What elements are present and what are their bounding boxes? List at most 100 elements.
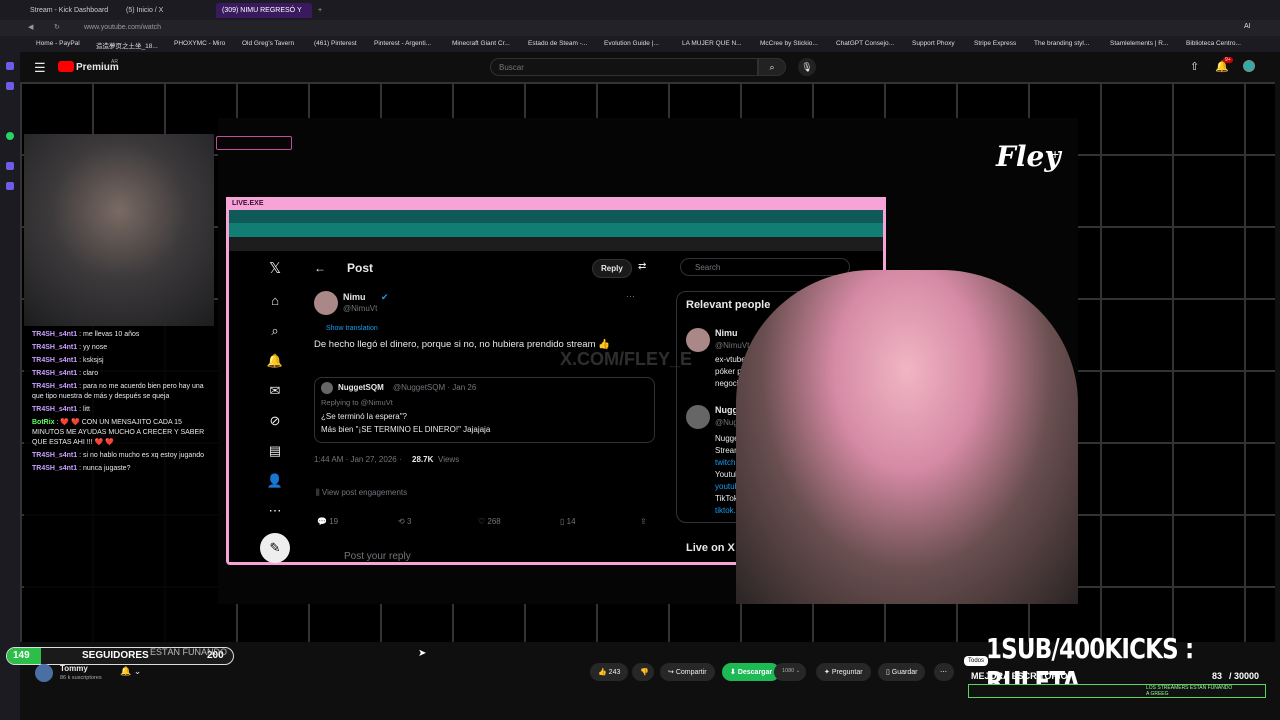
relevant-handle[interactable]: @NimuVt xyxy=(715,341,749,350)
like-button[interactable]: 👍 243 xyxy=(590,663,629,681)
show-translation-link[interactable]: Show translation xyxy=(326,325,378,332)
bookmark-item[interactable]: Pinterest - Argenti... xyxy=(374,40,431,47)
quality-select[interactable]: 1080 ⌄ xyxy=(774,663,806,681)
menu-icon[interactable]: ☰ xyxy=(34,60,46,76)
reply-input[interactable]: Post your reply xyxy=(344,551,411,562)
bookmark-item[interactable]: The branding styl... xyxy=(1034,40,1089,47)
channel-name[interactable]: Tommy xyxy=(60,664,88,673)
url-field[interactable]: www.youtube.com/watch xyxy=(84,24,161,31)
bookmark-item[interactable]: McCree by Stickio... xyxy=(760,40,818,47)
sidebar-app-icon[interactable] xyxy=(6,182,14,190)
bookmark-item[interactable]: (461) Pinterest xyxy=(314,40,357,47)
profile-icon[interactable]: 👤 xyxy=(265,473,285,489)
bookmark-item[interactable]: Biblioteca Centro... xyxy=(1186,40,1241,47)
whatsapp-icon[interactable] xyxy=(6,132,14,140)
channel-avatar[interactable] xyxy=(35,664,53,682)
bookmark-item[interactable]: Minecraft Giant Cr... xyxy=(452,40,510,47)
tab-youtube-video[interactable]: (309) NIMU REGRESÓ Y xyxy=(216,3,312,18)
plus-icon: + xyxy=(1051,146,1060,162)
quote-replying-to: Replying to @NimuVt xyxy=(321,398,393,407)
browser-tab-bar: Stream - Kick Dashboard (5) Inicio / X (… xyxy=(0,0,1280,20)
share-button[interactable]: ↪ Compartir xyxy=(660,663,715,681)
new-tab-button[interactable]: + xyxy=(312,3,324,18)
save-button[interactable]: ▯ Guardar xyxy=(878,663,926,681)
like-stat[interactable]: ♡ 268 xyxy=(478,517,501,526)
inner-address-bar xyxy=(229,223,883,237)
mouse-cursor-icon: ➤ xyxy=(418,648,427,659)
back-icon[interactable]: ◀ xyxy=(28,23,33,31)
sidebar-app-icon[interactable] xyxy=(6,162,14,170)
download-button[interactable]: ⬇ Descargar xyxy=(722,663,781,681)
relevant-avatar[interactable] xyxy=(686,405,710,429)
search-icon[interactable]: ⌕ xyxy=(265,323,285,339)
bookmark-item[interactable]: PHOXYMC - Miro xyxy=(174,40,225,47)
notifications-icon[interactable]: 🔔 xyxy=(265,353,285,369)
ask-button[interactable]: ✦ Preguntar xyxy=(816,663,871,681)
bookmark-item[interactable]: Home - PayPal xyxy=(36,40,80,47)
dislike-button[interactable]: 👎 xyxy=(632,663,654,681)
settings-icon[interactable]: ⇄ xyxy=(638,261,646,272)
x-logo-icon[interactable]: 𝕏 xyxy=(265,259,285,277)
chat-message: TR4SH_s4nt1 : si no hablo mucho es xq es… xyxy=(32,452,205,459)
post-more-icon[interactable]: ⋯ xyxy=(626,291,635,302)
bookmark-item[interactable]: ChatGPT Consejo... xyxy=(836,40,894,47)
upload-icon[interactable]: ⇧ xyxy=(1190,60,1199,73)
back-arrow-icon[interactable]: ← xyxy=(314,261,326,275)
bookmark-item[interactable]: Old Greg's Tavern xyxy=(242,40,294,47)
avatar[interactable] xyxy=(1243,60,1255,72)
stream-watermark: X.COM/FLEY_E xyxy=(560,349,693,369)
bookmark-item[interactable]: Stripe Express xyxy=(974,40,1016,47)
inner-browser-tabs xyxy=(229,210,883,223)
view-engagements-link[interactable]: ⫼ View post engagements xyxy=(316,488,407,498)
author-name[interactable]: Nimu xyxy=(343,292,366,302)
relevant-avatar[interactable] xyxy=(686,328,710,352)
more-actions-button[interactable]: ⋯ xyxy=(934,663,954,681)
home-icon[interactable]: ⌂ xyxy=(265,293,285,308)
reply-stat[interactable]: 💬 19 xyxy=(317,517,338,526)
share-icon[interactable]: ⇪ xyxy=(640,517,647,526)
bookmark-stat[interactable]: ▯ 14 xyxy=(560,517,576,526)
reload-icon[interactable]: ↻ xyxy=(54,23,60,31)
post-views-count: 28.7K xyxy=(412,455,434,464)
bookmark-item[interactable]: Evolution Guide |... xyxy=(604,40,659,47)
relevant-name[interactable]: Nimu xyxy=(715,328,738,338)
live-on-x-title: Live on X xyxy=(686,542,735,554)
post-timestamp[interactable]: 1:44 AM · Jan 27, 2026 · xyxy=(314,455,402,464)
compose-post-button[interactable]: ✎ xyxy=(260,533,290,563)
bookmark-item[interactable]: Stamlelements | R... xyxy=(1110,40,1168,47)
quote-avatar xyxy=(321,382,333,394)
followers-count: 149 xyxy=(13,650,30,661)
quote-author[interactable]: NuggetSQM xyxy=(338,383,384,392)
goal-current: 83 xyxy=(1212,671,1223,681)
post-header: Post xyxy=(347,261,374,275)
x-search-field[interactable]: Search xyxy=(680,258,850,276)
author-handle[interactable]: @NimuVt xyxy=(343,304,377,313)
followers-subtext: ESTÁN FUNANDO xyxy=(150,647,228,657)
repost-stat[interactable]: ⟲ 3 xyxy=(398,517,411,526)
bookmark-item[interactable]: LA MUJER QUE N... xyxy=(682,40,742,47)
tab-kick-dashboard[interactable]: Stream - Kick Dashboard xyxy=(24,3,120,18)
subscribe-bell-icon[interactable]: 🔔 ⌄ xyxy=(120,666,141,677)
search-input[interactable] xyxy=(490,58,758,76)
bookmark-item[interactable]: Support Phoxy xyxy=(912,40,955,47)
youtube-logo-icon[interactable] xyxy=(58,61,74,72)
tab-x-home[interactable]: (5) Inicio / X xyxy=(120,3,214,18)
sidebar-app-icon[interactable] xyxy=(6,82,14,90)
lists-icon[interactable]: ▤ xyxy=(265,443,285,459)
chat-message: TR4SH_s4nt1 : me llevas 10 años xyxy=(32,331,140,338)
more-icon[interactable]: ⋯ xyxy=(265,503,285,519)
reply-header-button[interactable]: Reply xyxy=(592,259,632,278)
country-code: AR xyxy=(111,59,118,65)
messages-icon[interactable]: ✉ xyxy=(265,383,285,399)
sidebar-app-icon[interactable] xyxy=(6,62,14,70)
todos-chip[interactable]: Todos xyxy=(964,656,989,666)
mic-icon[interactable]: 🎙 xyxy=(798,58,816,76)
author-avatar[interactable] xyxy=(314,291,338,315)
address-bar: ◀ ↻ www.youtube.com/watch AI xyxy=(0,20,1280,36)
window-title: LIVE.EXE xyxy=(226,197,886,210)
ai-button[interactable]: AI xyxy=(1244,23,1251,30)
search-icon[interactable]: ⌕ xyxy=(758,58,786,76)
bookmark-item[interactable]: Estado de Steam -... xyxy=(528,40,587,47)
bookmark-item[interactable]: 造造夢页之土坐_18... xyxy=(96,40,158,50)
grok-icon[interactable]: ⊘ xyxy=(265,413,285,429)
